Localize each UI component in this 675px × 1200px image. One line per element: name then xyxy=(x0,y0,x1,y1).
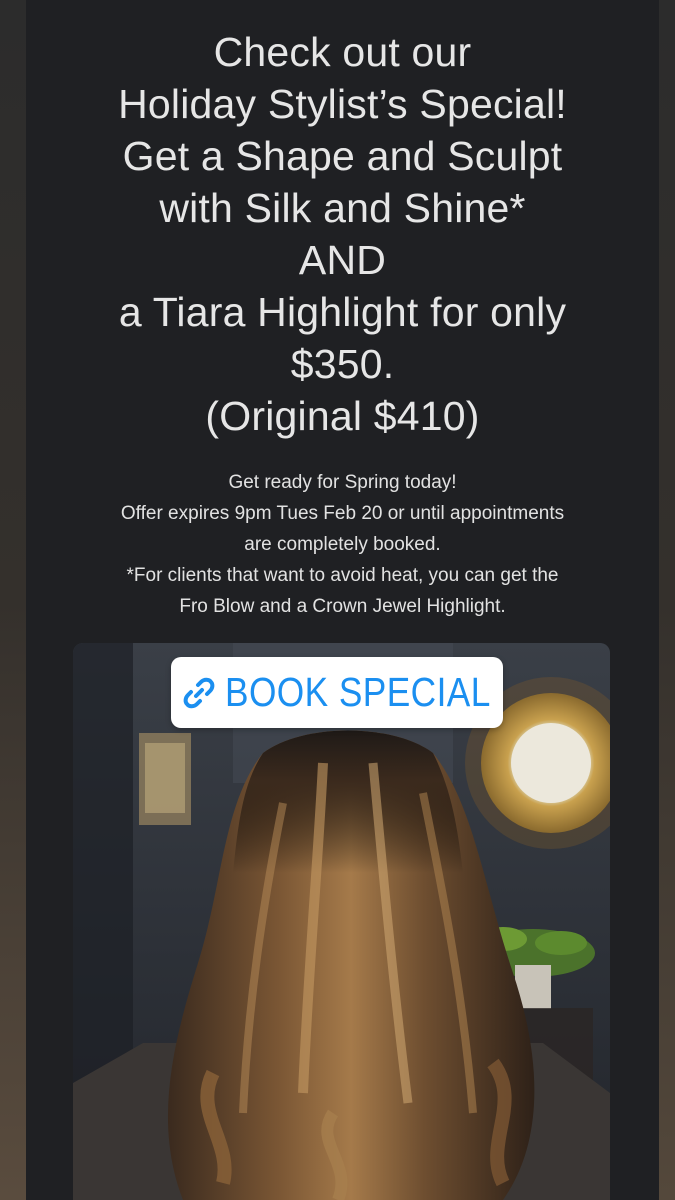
background-edge-right xyxy=(659,0,675,1200)
headline-original-price: (Original $410) xyxy=(205,393,480,439)
headline-line: Holiday Stylist’s Special! xyxy=(118,81,567,127)
link-icon xyxy=(181,675,217,711)
book-special-label: BOOK SPECIAL xyxy=(225,669,491,715)
headline-line: a Tiara Highlight for only xyxy=(118,289,567,335)
details-line: Offer expires 9pm Tues Feb 20 or until a… xyxy=(120,503,565,524)
background-edge-left xyxy=(0,0,26,1200)
promo-headline: Check out our Holiday Stylist’s Special!… xyxy=(26,26,659,442)
book-special-link-button[interactable]: BOOK SPECIAL xyxy=(171,657,503,728)
headline-line: Get a Shape and Sculpt xyxy=(122,133,563,179)
details-line: are completely booked. xyxy=(244,534,441,555)
details-line: Get ready for Spring today! xyxy=(228,472,457,493)
headline-line: Check out our xyxy=(213,29,472,75)
headline-price: $350. xyxy=(290,341,395,387)
details-line: Fro Blow and a Crown Jewel Highlight. xyxy=(179,596,506,617)
details-line: *For clients that want to avoid heat, yo… xyxy=(126,565,559,586)
headline-line: AND xyxy=(298,237,387,283)
promo-details: Get ready for Spring today! Offer expire… xyxy=(26,467,659,622)
headline-line: with Silk and Shine* xyxy=(159,185,526,231)
